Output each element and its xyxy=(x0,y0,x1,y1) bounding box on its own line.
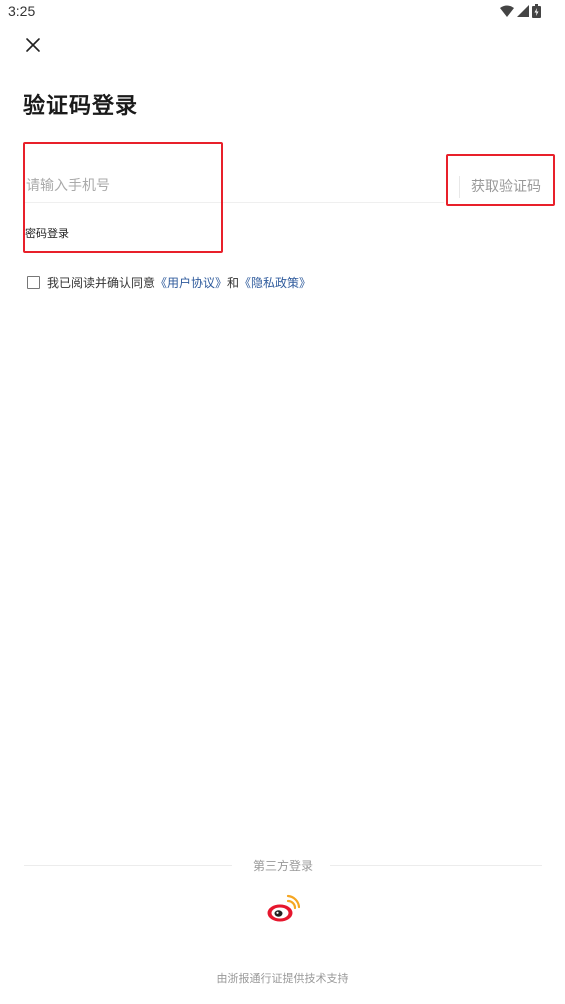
agreement-prefix: 我已阅读并确认同意 xyxy=(47,276,156,290)
status-bar: 3:25 xyxy=(0,0,565,24)
close-button[interactable] xyxy=(22,34,44,56)
signal-icon xyxy=(517,5,529,17)
divider-line-right xyxy=(330,865,542,866)
phone-input-underline xyxy=(24,202,444,203)
weibo-icon xyxy=(267,894,301,922)
page-title: 验证码登录 xyxy=(23,94,139,119)
status-icons xyxy=(500,4,541,18)
footer-text: 由浙报通行证提供技术支持 xyxy=(216,972,349,985)
get-code-button[interactable]: 获取验证码 xyxy=(471,176,541,196)
status-time: 3:25 xyxy=(8,3,36,19)
weibo-login-button[interactable] xyxy=(266,894,301,924)
user-agreement-link[interactable]: 《用户协议》 xyxy=(155,274,227,291)
agreement-checkbox[interactable] xyxy=(27,276,40,289)
close-icon xyxy=(26,38,40,52)
battery-icon xyxy=(532,4,541,18)
password-login-link[interactable]: 密码登录 xyxy=(25,225,69,241)
phone-input[interactable] xyxy=(26,172,226,200)
privacy-policy-link[interactable]: 《隐私政策》 xyxy=(239,274,311,291)
agreement-conjunction: 和 xyxy=(227,276,240,290)
code-divider xyxy=(459,176,460,198)
agreement-row: 我已阅读并确认同意 《用户协议》 和 《隐私政策》 xyxy=(27,274,311,291)
wifi-icon xyxy=(500,5,514,17)
third-party-login-divider: 第三方登录 xyxy=(24,857,542,875)
